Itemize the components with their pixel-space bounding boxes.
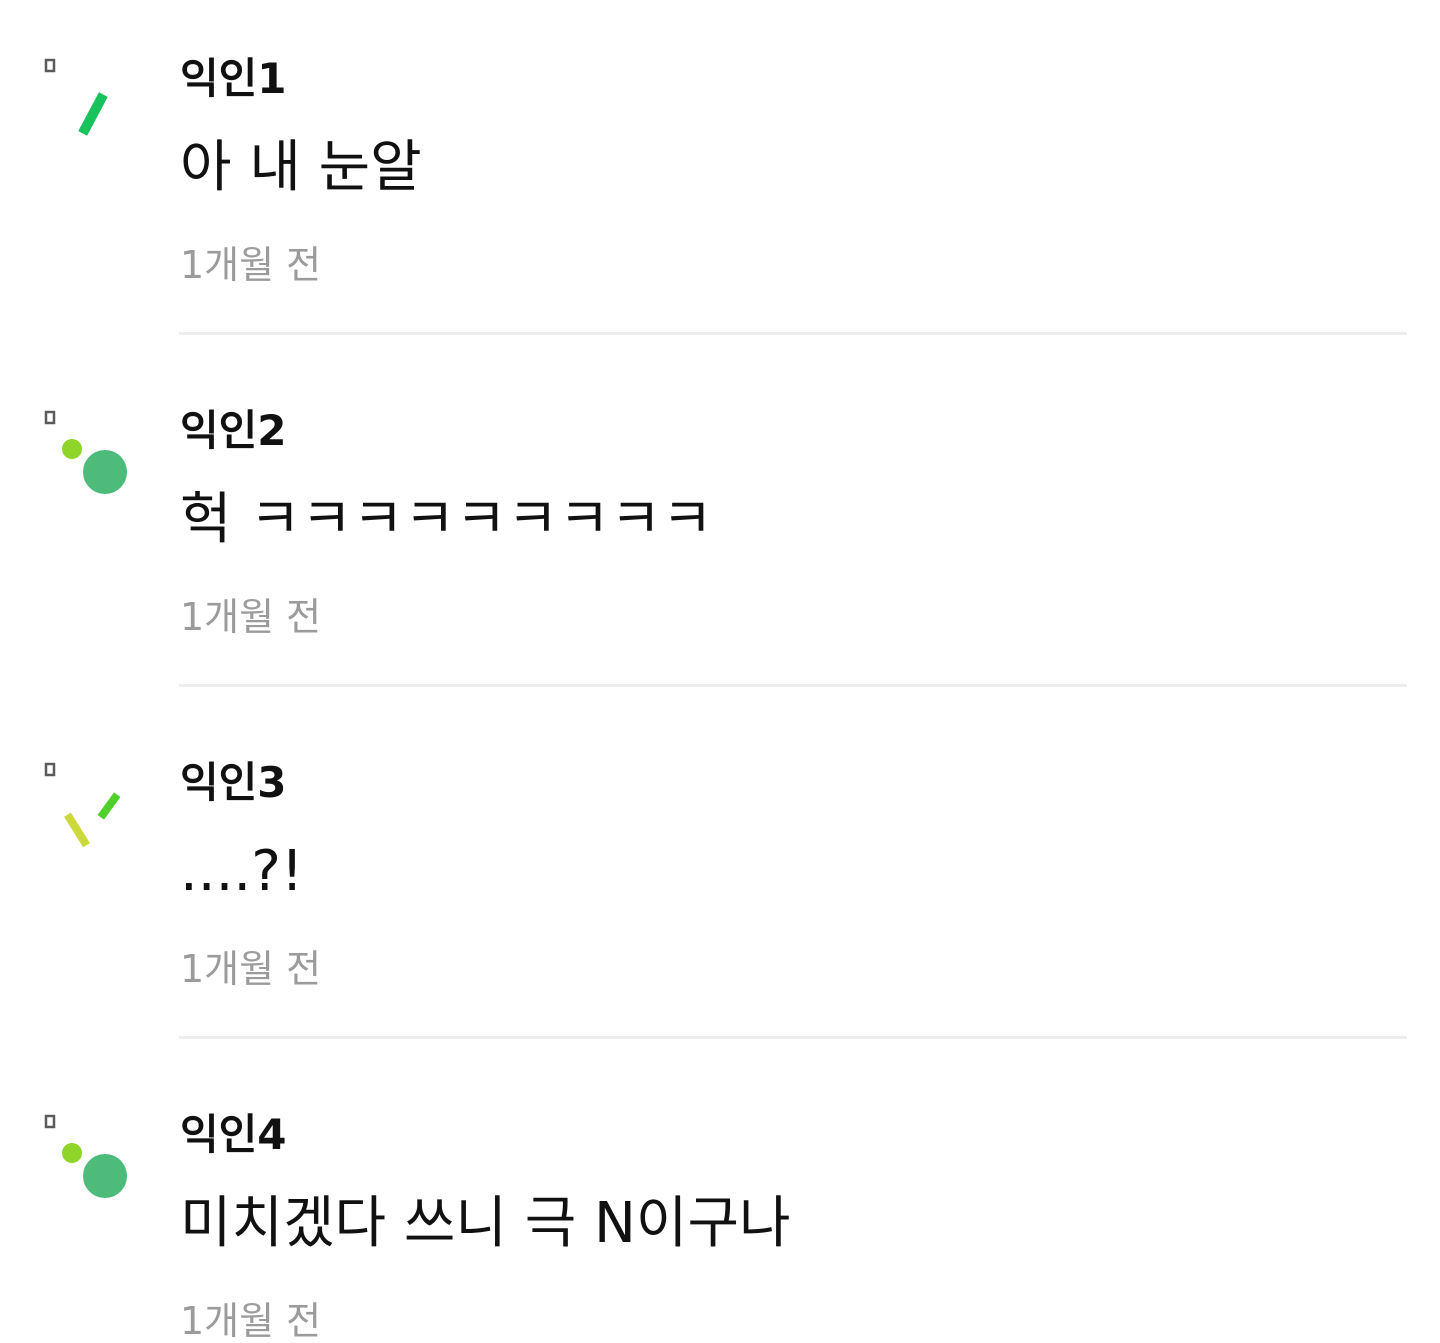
divider — [179, 1036, 1407, 1039]
avatar[interactable] — [40, 54, 140, 154]
comment-time: 1개월 전 — [180, 243, 322, 287]
comment-text: 미치겠다 쓰니 극 N이구나 — [180, 1191, 791, 1256]
comment-list: 익인1 아 내 눈알 1개월 전 익인2 헉 ㅋㅋㅋㅋㅋㅋㅋㅋㅋ 1개월 전 익… — [0, 0, 1440, 1343]
avatar[interactable] — [40, 1110, 140, 1210]
comment-text: 아 내 눈알 — [180, 135, 422, 200]
comment-item: 익인1 아 내 눈알 1개월 전 — [0, 0, 1440, 352]
two-slashes-avatar-icon — [44, 762, 121, 848]
comment-item: 익인3 ....?! 1개월 전 — [0, 704, 1440, 1056]
comment-item: 익인4 미치겠다 쓰니 극 N이구나 1개월 전 — [0, 1056, 1440, 1343]
avatar[interactable] — [40, 406, 140, 506]
comment-author: 익인1 — [180, 54, 287, 103]
comment-text: 헉 ㅋㅋㅋㅋㅋㅋㅋㅋㅋ — [180, 487, 714, 552]
divider — [179, 332, 1407, 335]
comment-author: 익인4 — [180, 1110, 287, 1159]
two-dots-avatar-icon — [44, 1114, 127, 1198]
divider — [179, 684, 1407, 687]
comment-time: 1개월 전 — [180, 947, 322, 991]
two-dots-avatar-icon — [44, 410, 127, 494]
avatar[interactable] — [40, 758, 140, 858]
comment-time: 1개월 전 — [180, 1299, 322, 1343]
comment-time: 1개월 전 — [180, 595, 322, 639]
comment-author: 익인2 — [180, 406, 287, 455]
comment-text: ....?! — [180, 839, 304, 904]
comment-author: 익인3 — [180, 758, 287, 807]
green-slash-avatar-icon — [44, 58, 108, 136]
comment-item: 익인2 헉 ㅋㅋㅋㅋㅋㅋㅋㅋㅋ 1개월 전 — [0, 352, 1440, 704]
